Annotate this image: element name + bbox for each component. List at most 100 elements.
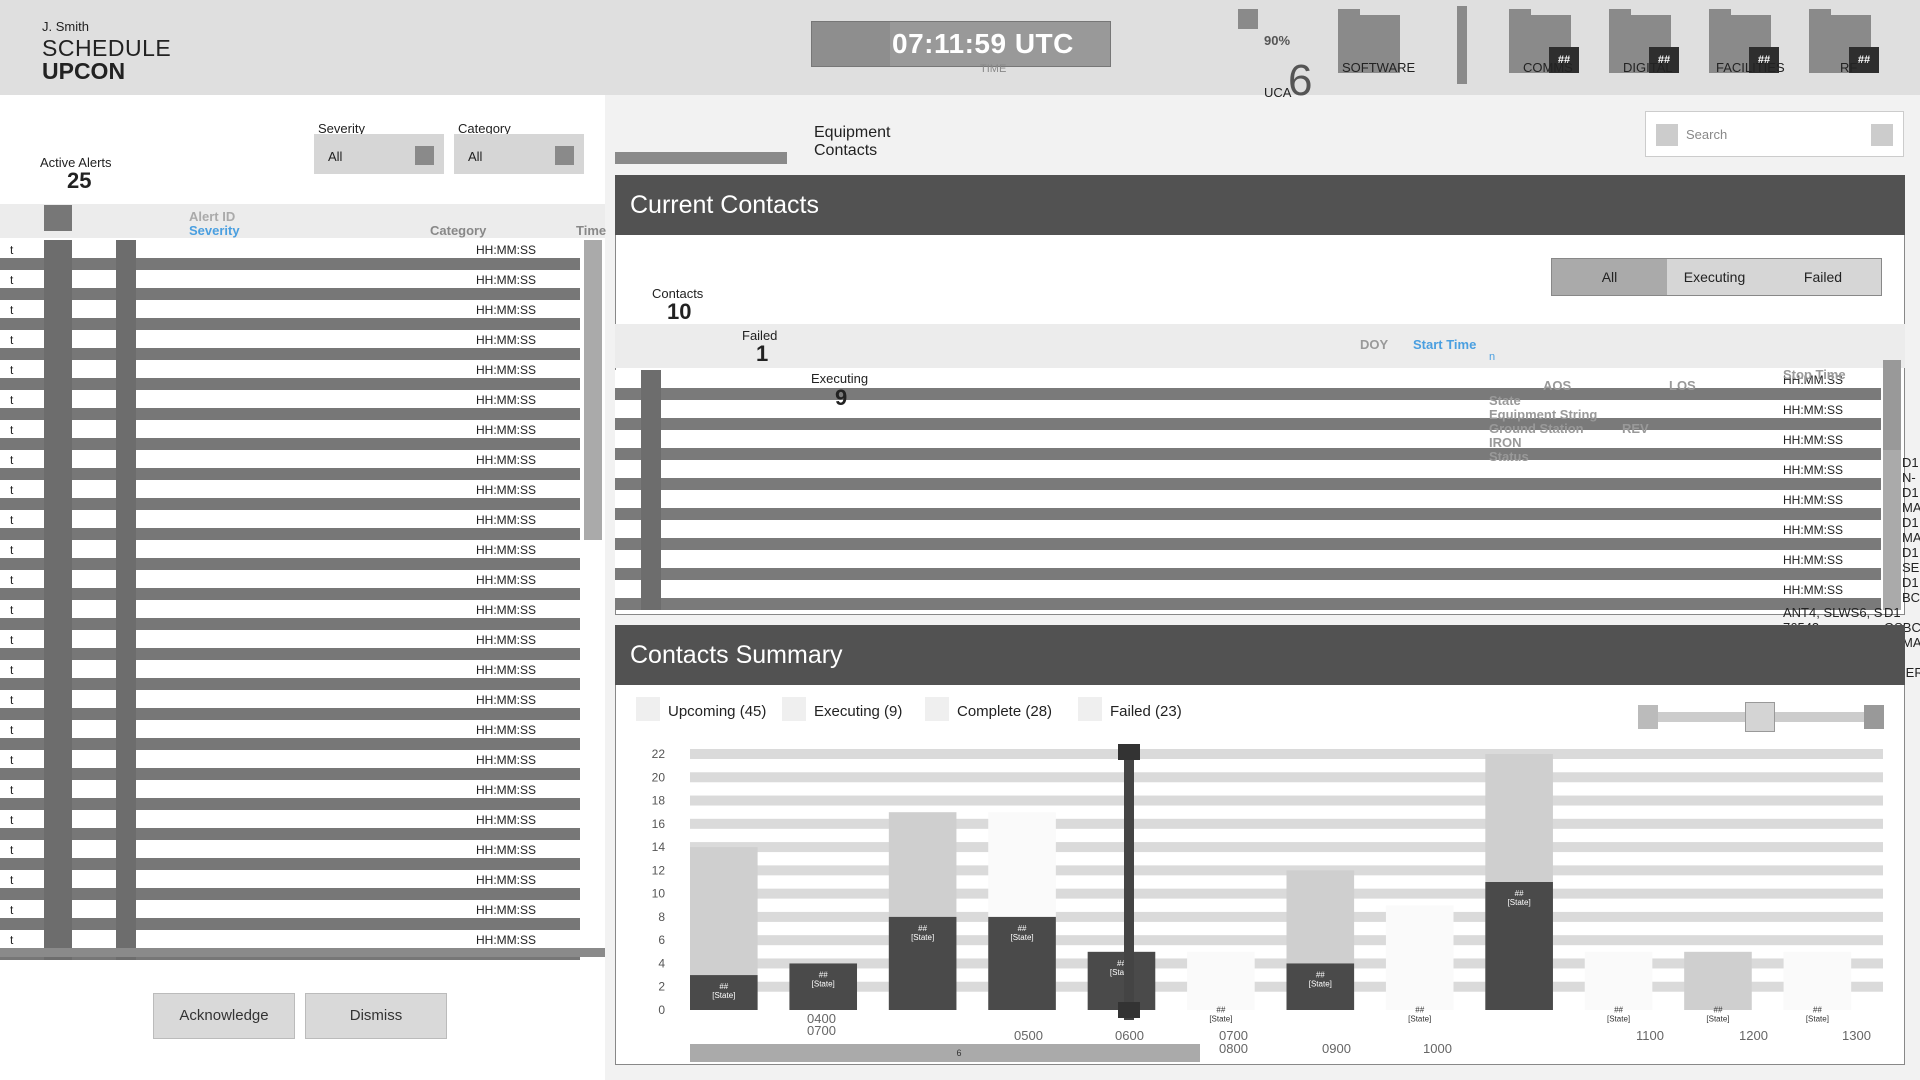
col-aos[interactable]: AOS [1543,378,1571,393]
alert-row[interactable]: t HH:MM:SS [0,720,580,750]
row-checkbox[interactable] [44,360,72,390]
col-start-time[interactable]: Start Time [1413,337,1476,352]
contacts-scroll-thumb[interactable] [1883,360,1901,450]
col-severity[interactable]: Severity [189,223,240,238]
clear-icon[interactable] [1871,124,1893,146]
contact-row[interactable]: HH:MM:SS [615,580,1881,610]
alerts-scrollbar[interactable] [584,240,602,540]
filter-executing[interactable]: Executing [1667,259,1762,295]
row-checkbox[interactable] [44,720,72,750]
col-ground-station[interactable]: Ground Station [1489,421,1584,436]
alert-row[interactable]: t HH:MM:SS [0,420,580,450]
severity-select[interactable]: All [314,134,444,174]
alert-row[interactable]: t HH:MM:SS [0,240,580,270]
row-checkbox[interactable] [44,420,72,450]
row-checkbox[interactable] [44,510,72,540]
row-checkbox[interactable] [44,840,72,870]
alert-row[interactable]: t HH:MM:SS [0,840,580,870]
select-all-checkbox[interactable] [44,205,72,231]
alert-row[interactable]: t HH:MM:SS [0,540,580,570]
row-time: HH:MM:SS [476,543,536,557]
tab-equipment-line1[interactable]: Equipment [814,124,891,142]
contact-row[interactable]: HH:MM:SS [615,400,1881,430]
row-checkbox[interactable] [44,390,72,420]
row-divider [615,418,1881,430]
row-checkbox[interactable] [44,780,72,810]
search-box[interactable]: Search [1645,111,1904,157]
alert-row[interactable]: t HH:MM:SS [0,480,580,510]
row-checkbox[interactable] [44,690,72,720]
alert-row[interactable]: t HH:MM:SS [0,450,580,480]
col-doy[interactable]: DOY [1360,337,1388,352]
row-checkbox[interactable] [44,630,72,660]
contact-row[interactable]: HH:MM:SS [615,460,1881,490]
alert-row[interactable]: t HH:MM:SS [0,870,580,900]
legend-failed[interactable]: Failed (23) [1110,703,1182,720]
alert-row[interactable]: t HH:MM:SS [0,390,580,420]
contact-row[interactable]: HH:MM:SS [615,550,1881,580]
col-state[interactable]: State [1489,393,1521,408]
alert-row[interactable]: t HH:MM:SS [0,750,580,780]
col-rev[interactable]: REV [1622,421,1649,436]
row-checkbox[interactable] [44,750,72,780]
col-status[interactable]: Status [1489,449,1529,464]
legend-upcoming[interactable]: Upcoming (45) [668,703,766,720]
row-severity-marker [116,900,136,930]
alert-row[interactable]: t HH:MM:SS [0,270,580,300]
bar-state-label: [State] [812,979,835,988]
zoom-slider-max-handle[interactable] [1864,705,1884,729]
row-time: HH:MM:SS [476,453,536,467]
row-severity-marker [116,840,136,870]
dismiss-button[interactable]: Dismiss [305,993,447,1039]
col-category[interactable]: Category [430,223,486,238]
alert-row[interactable]: t HH:MM:SS [0,330,580,360]
col-los[interactable]: LOS [1669,378,1696,393]
y-tick-label: 20 [652,770,666,784]
overflow-text: BC [1902,590,1920,605]
zoom-slider-min-handle[interactable] [1638,705,1658,729]
col-equipment-string[interactable]: Equipment String [1489,407,1597,422]
alert-row[interactable]: t HH:MM:SS [0,300,580,330]
alert-row[interactable]: t HH:MM:SS [0,780,580,810]
filter-all[interactable]: All [1552,259,1667,295]
alert-row[interactable]: t HH:MM:SS [0,690,580,720]
col-iron[interactable]: IRON [1489,435,1522,450]
alert-row[interactable]: t HH:MM:SS [0,570,580,600]
row-checkbox[interactable] [44,300,72,330]
row-checkbox[interactable] [44,600,72,630]
row-checkbox[interactable] [44,660,72,690]
alert-row[interactable]: t HH:MM:SS [0,660,580,690]
col-time[interactable]: Time [576,223,606,238]
contact-row[interactable]: HH:MM:SS [615,520,1881,550]
row-prefix: t [10,813,14,827]
legend-executing[interactable]: Executing (9) [814,703,902,720]
alert-row[interactable]: t HH:MM:SS [0,810,580,840]
legend-complete[interactable]: Complete (28) [957,703,1052,720]
row-checkbox[interactable] [44,480,72,510]
bar-state-label: [State] [712,991,735,1000]
category-select[interactable]: All [454,134,584,174]
contact-row[interactable]: HH:MM:SS [615,490,1881,520]
tab-equipment-line2[interactable]: Contacts [814,142,877,160]
row-checkbox[interactable] [44,870,72,900]
row-checkbox[interactable] [44,570,72,600]
row-checkbox[interactable] [44,810,72,840]
row-checkbox[interactable] [44,240,72,270]
row-checkbox[interactable] [44,450,72,480]
zoom-slider-handle[interactable] [1745,702,1775,732]
alert-row[interactable]: t HH:MM:SS [0,630,580,660]
contact-row[interactable]: HH:MM:SS [615,430,1881,460]
alert-row[interactable]: t HH:MM:SS [0,510,580,540]
alerts-hscrollbar[interactable] [0,948,605,957]
alert-row[interactable]: t HH:MM:SS [0,600,580,630]
row-checkbox[interactable] [44,330,72,360]
alert-row[interactable]: t HH:MM:SS [0,900,580,930]
filter-failed[interactable]: Failed [1768,259,1878,295]
row-checkbox[interactable] [44,540,72,570]
col-alert-id[interactable]: Alert ID [189,209,235,224]
acknowledge-button[interactable]: Acknowledge [153,993,295,1039]
row-checkbox[interactable] [44,900,72,930]
row-checkbox[interactable] [44,270,72,300]
alert-row[interactable]: t HH:MM:SS [0,360,580,390]
col-stop-time[interactable]: Stop Time [1783,367,1846,382]
